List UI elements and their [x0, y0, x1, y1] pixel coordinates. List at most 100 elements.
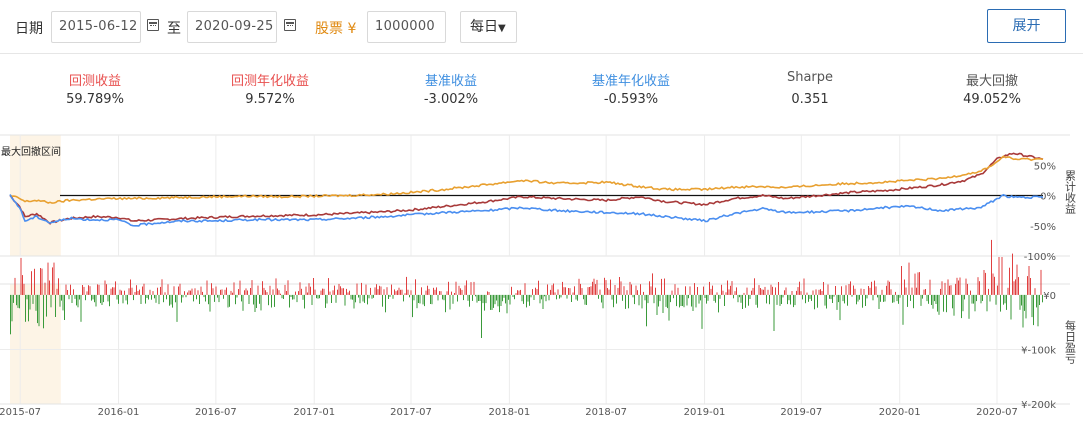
pnl-bar	[389, 294, 391, 297]
pnl-bar	[746, 287, 748, 295]
pnl-bar	[869, 287, 871, 295]
pnl-bar	[707, 294, 709, 301]
pnl-bar	[83, 286, 85, 295]
pnl-bar	[901, 266, 902, 295]
pnl-bar	[841, 286, 842, 295]
pnl-bar	[77, 294, 79, 308]
pnl-bar	[749, 294, 751, 299]
pnl-bar	[500, 294, 502, 306]
pnl-bar	[1022, 294, 1024, 328]
pnl-bar	[641, 294, 643, 309]
pnl-bar	[989, 294, 991, 302]
pnl-bar	[613, 294, 614, 308]
pnl-bar	[620, 281, 622, 295]
pnl-bar	[106, 284, 107, 295]
pnl-bar	[239, 280, 241, 295]
pnl-bar	[734, 291, 736, 295]
pnl-bar	[545, 294, 547, 302]
pnl-bar	[542, 294, 544, 309]
pnl-bar	[245, 288, 247, 295]
pnl-bar	[520, 289, 521, 295]
pnl-bar	[805, 294, 806, 304]
pnl-bar	[113, 287, 115, 295]
pnl-bar	[71, 294, 73, 303]
pnl-bar	[425, 290, 427, 295]
pnl-bar	[932, 294, 934, 309]
pnl-bar	[211, 283, 212, 295]
pnl-bar	[614, 285, 616, 295]
pnl-bar	[926, 294, 928, 302]
pnl-bar	[176, 294, 178, 322]
pnl-bar	[173, 286, 175, 295]
pnl-bar	[448, 281, 449, 295]
pnl-bar	[184, 291, 185, 295]
pnl-bar	[29, 294, 31, 310]
pnl-bar	[604, 277, 605, 295]
pnl-bar	[718, 294, 719, 313]
pnl-bar	[992, 273, 994, 295]
pnl-bar	[956, 277, 958, 295]
pnl-bar	[424, 294, 425, 307]
pnl-bar	[392, 294, 394, 299]
pnl-bar	[172, 294, 173, 308]
pnl-bar	[758, 285, 760, 295]
pnl-bar	[1013, 281, 1015, 295]
pnl-bar	[277, 288, 278, 295]
pnl-bar	[658, 294, 659, 307]
pnl-bar	[965, 278, 967, 295]
pnl-bar	[763, 289, 764, 295]
x-tick-label: 2019-01	[684, 407, 726, 418]
pnl-bar	[607, 288, 608, 295]
pnl-bar	[556, 294, 557, 300]
pnl-bar	[578, 278, 580, 295]
pnl-bar	[388, 294, 389, 299]
pnl-bar	[347, 292, 349, 295]
pnl-bar	[919, 272, 920, 295]
pnl-bar	[454, 293, 455, 295]
pnl-bar	[373, 294, 374, 298]
pnl-bar	[490, 294, 491, 310]
pnl-bar	[281, 294, 283, 299]
pnl-bar	[823, 282, 824, 295]
pnl-bar	[821, 291, 823, 295]
pnl-bar	[302, 294, 304, 300]
pnl-bar	[196, 294, 197, 300]
pnl-bar	[190, 290, 191, 295]
pnl-bar	[628, 294, 629, 309]
pnl-bar	[406, 276, 407, 295]
pnl-bar	[38, 294, 40, 327]
pnl-bar	[625, 294, 626, 309]
pnl-bar	[421, 287, 422, 295]
pnl-bar	[163, 294, 164, 303]
pnl-bar	[865, 294, 866, 306]
pnl-bar	[11, 294, 13, 322]
pnl-bar	[206, 280, 208, 295]
pnl-bar	[739, 294, 740, 298]
pnl-bar	[118, 294, 119, 304]
pnl-bar	[527, 294, 529, 302]
pnl-bar	[940, 288, 941, 295]
pnl-bar	[445, 294, 446, 313]
pnl-bar	[676, 294, 677, 307]
pnl-bar	[742, 294, 743, 309]
pnl-bar	[502, 294, 503, 302]
pnl-bar	[16, 294, 17, 306]
pnl-bar	[296, 294, 298, 303]
pnl-bar	[904, 279, 905, 295]
pnl-bar	[997, 285, 998, 295]
pnl-bar	[365, 284, 367, 295]
pnl-bar	[164, 292, 166, 295]
pnl-bar	[284, 284, 286, 295]
pnl-bar	[335, 294, 337, 303]
pnl-bar	[397, 290, 398, 295]
pnl-bar	[877, 294, 878, 298]
pnl-bar	[1012, 253, 1013, 295]
pnl-bar	[668, 294, 670, 321]
pnl-bar	[290, 294, 292, 297]
pnl-bar	[59, 294, 61, 307]
pnl-bar	[491, 294, 493, 310]
x-tick-label: 2017-07	[390, 407, 432, 418]
pnl-bar	[197, 290, 199, 295]
pnl-bar	[590, 286, 592, 295]
y-tick-label: -50%	[1030, 222, 1056, 233]
